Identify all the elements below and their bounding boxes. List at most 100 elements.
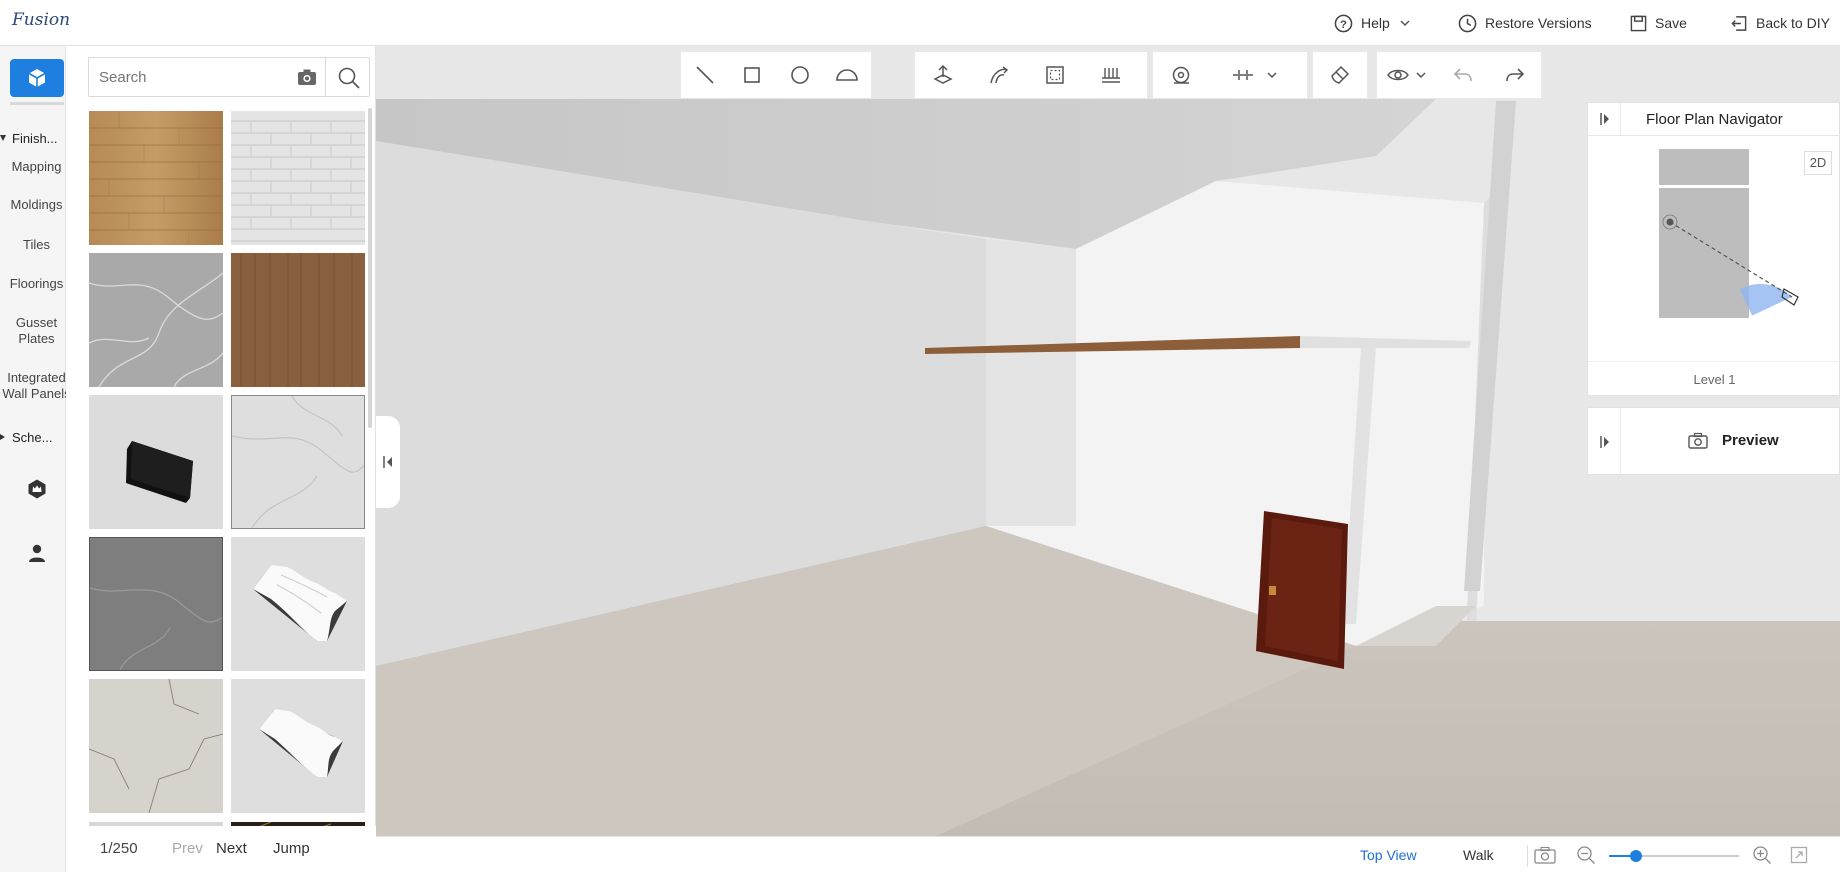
select-area-tool[interactable] [1027, 51, 1083, 99]
nav-group-finishes[interactable]: Finish... [0, 128, 66, 148]
undo-button[interactable] [1437, 51, 1489, 99]
nav-item-integrated-wall-panels[interactable]: Integrated Wall Panels [0, 370, 73, 402]
pagination: 1/250 Prev Next Jump [66, 826, 376, 872]
page-indicator: 1/250 [100, 840, 138, 857]
search-icon[interactable] [337, 66, 361, 95]
align-icon [1233, 70, 1253, 80]
catalog-scrollbar[interactable] [368, 108, 372, 428]
material-tile[interactable] [231, 537, 365, 671]
measure-tool[interactable] [1153, 51, 1209, 99]
wood-planks-thumbnail [89, 111, 223, 245]
edit-tools-group [914, 51, 1148, 99]
jump-page-button[interactable]: Jump [273, 840, 310, 857]
bottom-bar: Top View Walk [376, 836, 1840, 872]
user-icon[interactable] [27, 543, 47, 568]
undo-icon [1453, 68, 1472, 82]
navigator-divider [1588, 361, 1840, 362]
level-label[interactable]: Level 1 [1588, 372, 1840, 387]
material-brush-tool[interactable] [1313, 51, 1367, 99]
line-icon [696, 66, 714, 84]
camera-search-icon[interactable] [297, 68, 317, 91]
white-brick-thumbnail [231, 111, 365, 245]
eye-icon [1386, 69, 1409, 81]
collapse-left-icon [383, 456, 392, 468]
redo-icon [1506, 68, 1525, 82]
sweep-tool[interactable] [971, 51, 1027, 99]
search-input[interactable] [97, 66, 277, 88]
walk-button[interactable]: Walk [1463, 847, 1494, 863]
arc-icon [836, 69, 859, 81]
header-divider [1620, 103, 1621, 136]
chevron-down-icon [1416, 72, 1426, 79]
bottom-divider [1527, 845, 1528, 867]
chevron-down-icon [1267, 72, 1277, 79]
snapshot-icon[interactable] [1534, 846, 1556, 869]
draw-line-tool[interactable] [681, 51, 729, 99]
top-bar: Fusion ? Help Restore Versions Save Back… [0, 0, 1840, 46]
material-tile[interactable] [231, 679, 365, 813]
material-brush-group [1312, 51, 1368, 99]
clock-icon [1458, 14, 1477, 32]
material-tile[interactable] [231, 253, 365, 387]
distribute-tool[interactable] [1083, 51, 1139, 99]
brush-icon [1331, 65, 1350, 84]
nav-group-schemes[interactable]: Sche... [0, 427, 66, 447]
grey-marble-thumbnail [89, 253, 223, 387]
material-tile[interactable] [231, 111, 365, 245]
material-tile[interactable] [89, 111, 223, 245]
visibility-dropdown[interactable] [1377, 51, 1437, 99]
nav-item-tiles[interactable]: Tiles [0, 237, 73, 253]
cube-icon [28, 69, 46, 87]
save-button[interactable]: Save [1630, 0, 1687, 46]
catalog-tab-button[interactable] [10, 59, 64, 97]
crown-molding-small-thumbnail [231, 679, 365, 813]
nav-item-mapping[interactable]: Mapping [0, 159, 73, 175]
tape-measure-icon [1172, 66, 1190, 84]
zoom-slider[interactable] [1609, 850, 1739, 862]
nav-item-gusset-plates[interactable]: Gusset Plates [0, 315, 73, 347]
draw-rectangle-tool[interactable] [729, 51, 777, 99]
prev-page-button[interactable]: Prev [172, 840, 203, 857]
draw-arc-tool[interactable] [824, 51, 872, 99]
expand-right-icon[interactable] [1598, 435, 1612, 454]
material-tile[interactable] [89, 253, 223, 387]
fit-view-icon[interactable] [1790, 846, 1808, 869]
next-page-button[interactable]: Next [216, 840, 247, 857]
collapse-catalog-button[interactable] [376, 416, 400, 508]
navigator-title: Floor Plan Navigator [1646, 111, 1783, 128]
push-up-icon [933, 64, 953, 84]
left-navigation: Finish... Mapping Moldings Tiles Floorin… [0, 46, 71, 872]
floor-plan-map[interactable] [1658, 147, 1833, 332]
measure-tools-group [1152, 51, 1308, 99]
zoom-slider-handle[interactable] [1630, 850, 1642, 862]
material-tile[interactable] [231, 395, 365, 529]
material-tile[interactable] [89, 395, 223, 529]
tab-underline [10, 102, 64, 105]
back-to-diy-label: Back to DIY [1756, 15, 1830, 31]
expand-right-icon[interactable] [1598, 112, 1612, 131]
zoom-in-icon[interactable] [1752, 845, 1772, 870]
preview-button[interactable]: Preview [1688, 432, 1779, 449]
nav-item-moldings[interactable]: Moldings [0, 197, 73, 213]
extrude-tool[interactable] [915, 51, 971, 99]
material-tile[interactable] [89, 679, 223, 813]
svg-text:?: ? [1340, 18, 1347, 30]
nav-item-floorings[interactable]: Floorings [0, 276, 73, 292]
crown-badge-icon[interactable] [26, 478, 48, 505]
navigator-header: Floor Plan Navigator [1588, 103, 1840, 136]
triangle-down-icon [0, 135, 6, 141]
draw-circle-tool[interactable] [776, 51, 824, 99]
redo-button[interactable] [1489, 51, 1541, 99]
app-logo[interactable]: Fusion [12, 10, 70, 30]
restore-versions-button[interactable]: Restore Versions [1458, 0, 1592, 46]
camera-icon [1688, 432, 1708, 449]
light-marble-thumbnail [232, 396, 364, 528]
cracked-marble-thumbnail [89, 679, 223, 813]
top-view-button[interactable]: Top View [1360, 847, 1417, 863]
zoom-out-icon[interactable] [1576, 845, 1596, 870]
back-to-diy-button[interactable]: Back to DIY [1730, 0, 1830, 46]
material-tile[interactable] [89, 537, 223, 671]
floor-plan-navigator: Floor Plan Navigator 2D Level 1 [1587, 102, 1840, 396]
help-menu[interactable]: ? Help [1334, 0, 1420, 46]
align-tool-dropdown[interactable] [1209, 51, 1301, 99]
